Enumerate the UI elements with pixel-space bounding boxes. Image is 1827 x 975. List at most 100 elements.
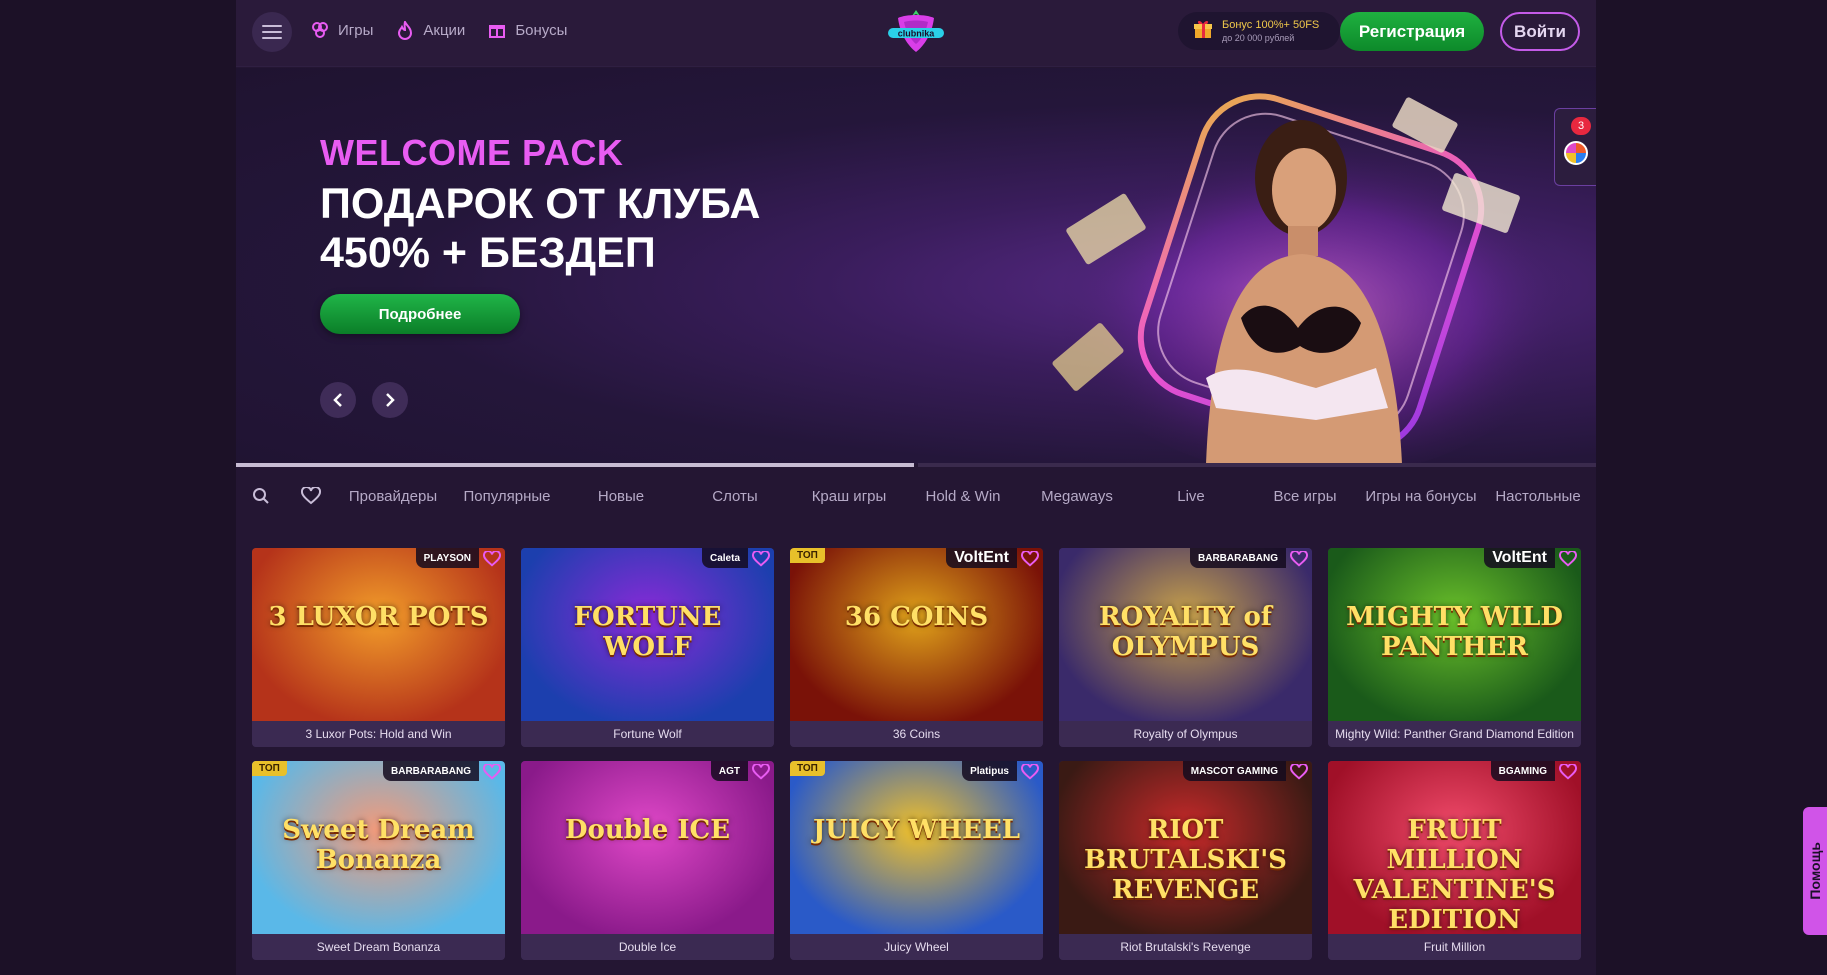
favorite-heart-icon[interactable] [752, 764, 770, 780]
favorite-heart-icon[interactable] [1021, 764, 1039, 780]
chevron-right-icon [386, 393, 395, 407]
bonus-promo[interactable]: Бонус 100%+ 50FS до 20 000 рублей [1178, 12, 1340, 50]
category-tab[interactable]: Live [1134, 488, 1248, 505]
game-thumbnail[interactable]: FRUIT MILLION VALENTINE'S EDITION BGAMING [1328, 761, 1581, 934]
game-name[interactable]: Mighty Wild: Panther Grand Diamond Editi… [1328, 721, 1581, 747]
game-thumbnail[interactable]: FORTUNE WOLF Caleta [521, 548, 774, 721]
hero-banner: WELCOME PACK ПОДАРОК ОТ КЛУБА 450% + БЕЗ… [236, 68, 1596, 464]
game-card[interactable]: 3 LUXOR POTS PLAYSON 3 Luxor Pots: Hold an… [252, 548, 505, 747]
favorite-heart-icon[interactable] [1559, 764, 1577, 780]
wheel-icon [1564, 141, 1588, 165]
slider-progress-segment-active[interactable] [236, 463, 914, 467]
main-column: Игры Акции Бонусы clubnika Бонус 100%+ 5… [236, 0, 1596, 975]
heart-icon [301, 487, 321, 505]
game-thumbnail[interactable]: 36 COINS ТОП VoltEnt [790, 548, 1043, 721]
game-thumbnail[interactable]: MIGHTY WILD PANTHER VoltEnt [1328, 548, 1581, 721]
nav-promotions[interactable]: Акции [395, 20, 465, 40]
game-thumbnail[interactable]: Double ICE AGT [521, 761, 774, 934]
category-tab[interactable]: Все игры [1248, 488, 1362, 505]
favorite-heart-icon[interactable] [1290, 764, 1308, 780]
game-card[interactable]: MIGHTY WILD PANTHER VoltEnt Mighty Wild: P… [1328, 548, 1581, 747]
game-art-title: FORTUNE WOLF [573, 602, 722, 662]
provider-badge: AGT [710, 761, 748, 781]
game-art-title: 3 LUXOR POTS [268, 602, 489, 632]
game-card[interactable]: FRUIT MILLION VALENTINE'S EDITION BGAMING… [1328, 761, 1581, 960]
favorite-heart-icon[interactable] [1559, 551, 1577, 567]
game-name[interactable]: Fruit Million [1328, 934, 1581, 960]
category-tab[interactable]: Краш игры [792, 488, 906, 505]
help-tab[interactable]: Помощь [1803, 807, 1827, 935]
provider-badge: MASCOT GAMING [1182, 761, 1286, 781]
favorite-heart-icon[interactable] [1290, 551, 1308, 567]
menu-line [262, 37, 282, 39]
game-card[interactable]: 36 COINS ТОП VoltEnt 36 Coins [790, 548, 1043, 747]
game-card[interactable]: ROYALTY of OLYMPUS BARBARABANG Royalty of … [1059, 548, 1312, 747]
game-thumbnail[interactable]: JUICY WHEEL ТОП Platipus [790, 761, 1043, 934]
game-art-title: RIOT BRUTALSKI'S REVENGE [1084, 815, 1287, 905]
game-art-title: 36 COINS [844, 602, 989, 632]
game-name[interactable]: 3 Luxor Pots: Hold and Win [252, 721, 505, 747]
game-art-title: JUICY WHEEL [812, 815, 1021, 845]
game-name[interactable]: Riot Brutalski's Revenge [1059, 934, 1312, 960]
nav-promotions-label: Акции [423, 21, 466, 39]
favorites-button[interactable] [286, 472, 336, 520]
game-name[interactable]: Royalty of Olympus [1059, 721, 1312, 747]
category-tab[interactable]: Слоты [678, 488, 792, 505]
provider-badge: VoltEnt [1484, 548, 1555, 568]
provider-badge: BARBARABANG [383, 761, 479, 781]
main-nav: Игры Акции Бонусы [310, 20, 567, 40]
side-notification-widget[interactable]: 3 [1554, 108, 1596, 186]
slider-progress-segment[interactable] [918, 463, 1596, 467]
slider-next-button[interactable] [372, 382, 408, 418]
chevron-left-icon [333, 393, 342, 407]
category-tab[interactable]: Hold & Win [906, 488, 1020, 505]
provider-badge: Caleta [701, 548, 748, 568]
game-art-title: Double ICE [564, 815, 731, 845]
game-name[interactable]: Sweet Dream Bonanza [252, 934, 505, 960]
category-tab[interactable]: Игры на бонусы [1362, 488, 1480, 505]
nav-bonuses[interactable]: Бонусы [487, 20, 567, 40]
game-card[interactable]: FORTUNE WOLF Caleta Fortune Wolf [521, 548, 774, 747]
provider-badge: BARBARABANG [1190, 548, 1286, 568]
search-button[interactable] [236, 472, 286, 520]
category-tab[interactable]: Новые [564, 488, 678, 505]
favorite-heart-icon[interactable] [1021, 551, 1039, 567]
game-card[interactable]: Double ICE AGT Double Ice [521, 761, 774, 960]
category-tab[interactable]: Megaways [1020, 488, 1134, 505]
game-name[interactable]: Fortune Wolf [521, 721, 774, 747]
game-card[interactable]: JUICY WHEEL ТОП Platipus Juicy Wheel [790, 761, 1043, 960]
game-name[interactable]: Double Ice [521, 934, 774, 960]
category-tab[interactable]: Популярные [450, 488, 564, 505]
site-header: Игры Акции Бонусы clubnika Бонус 100%+ 5… [236, 0, 1596, 67]
game-card[interactable]: RIOT BRUTALSKI'S REVENGE MASCOT GAMING Rio… [1059, 761, 1312, 960]
category-tab[interactable]: Настольные [1480, 488, 1596, 505]
game-thumbnail[interactable]: 3 LUXOR POTS PLAYSON [252, 548, 505, 721]
game-thumbnail[interactable]: RIOT BRUTALSKI'S REVENGE MASCOT GAMING [1059, 761, 1312, 934]
hero-more-button[interactable]: Подробнее [320, 294, 520, 334]
slider-prev-button[interactable] [320, 382, 356, 418]
top-badge: ТОП [252, 761, 287, 776]
game-thumbnail[interactable]: Sweet Dream Bonanza ТОП BARBARABANG [252, 761, 505, 934]
favorite-heart-icon[interactable] [483, 551, 501, 567]
login-button[interactable]: Войти [1500, 12, 1580, 51]
menu-line [262, 31, 282, 33]
clubnika-logo[interactable]: clubnika [886, 8, 946, 56]
bonus-main: Бонус 100%+ 50FS [1222, 19, 1320, 31]
game-name[interactable]: Juicy Wheel [790, 934, 1043, 960]
game-card[interactable]: Sweet Dream Bonanza ТОП BARBARABANG Sweet D… [252, 761, 505, 960]
register-button[interactable]: Регистрация [1340, 12, 1484, 51]
nav-games[interactable]: Игры [310, 20, 373, 40]
provider-badge: Platipus [962, 761, 1017, 781]
hero-title-line1: ПОДАРОК ОТ КЛУБА [320, 180, 761, 228]
nav-games-label: Игры [338, 21, 374, 39]
game-name[interactable]: 36 Coins [790, 721, 1043, 747]
game-thumbnail[interactable]: ROYALTY of OLYMPUS BARBARABANG [1059, 548, 1312, 721]
top-badge: ТОП [790, 761, 825, 776]
category-tab[interactable]: Провайдеры [336, 488, 450, 505]
favorite-heart-icon[interactable] [752, 551, 770, 567]
favorite-heart-icon[interactable] [483, 764, 501, 780]
provider-badge: PLAYSON [415, 548, 479, 568]
bonus-sub: до 20 000 рублей [1222, 33, 1295, 43]
game-art-title: ROYALTY of OLYMPUS [1099, 602, 1272, 662]
menu-button[interactable] [252, 12, 292, 52]
